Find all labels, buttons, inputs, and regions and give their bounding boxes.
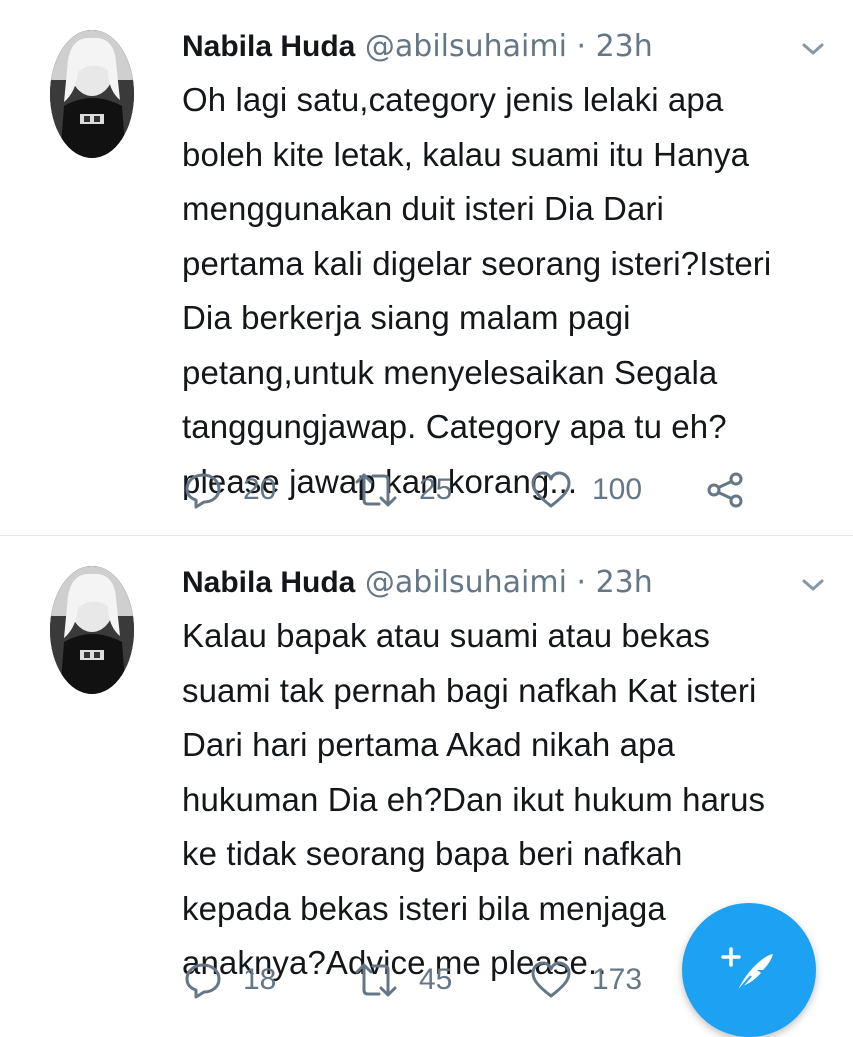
author-handle[interactable]: @abilsuhaimi [365, 29, 567, 64]
separator: · [576, 565, 587, 600]
avatar[interactable] [50, 566, 134, 694]
tweet-text-line: Oh lagi satu,category jenis lelaki apa [182, 81, 724, 118]
compose-tweet-icon [721, 947, 773, 993]
like-button[interactable]: 173 [530, 958, 642, 1002]
like-button[interactable]: 100 [530, 468, 642, 512]
tweet-text-line: menggunakan duit isteri Dia Dari [182, 190, 664, 227]
tweet[interactable]: Nabila Huda @abilsuhaimi · 23h Oh lagi s… [0, 0, 853, 535]
like-count: 173 [592, 963, 643, 996]
reply-icon [185, 473, 221, 509]
like-count: 100 [592, 473, 643, 506]
tweet-text-line: ke tidak seorang bapa beri nafkah [182, 835, 683, 872]
tweet-text-line: hukuman Dia eh?Dan ikut hukum harus [182, 780, 766, 818]
tweet-header: Nabila Huda @abilsuhaimi · 23h [182, 27, 653, 67]
reply-count: 20 [243, 473, 277, 506]
tweet-text: Oh lagi satu,category jenis lelaki apa b… [182, 73, 832, 509]
chevron-down-icon[interactable] [798, 38, 828, 60]
tweet-text-line: Dari hari pertama Akad nikah apa [182, 726, 675, 763]
heart-icon [531, 471, 571, 508]
author-name[interactable]: Nabila Huda [182, 30, 355, 63]
retweet-button[interactable]: 25 [353, 468, 452, 512]
timestamp[interactable]: 23h [596, 565, 653, 600]
tweet-text-line: pertama kali digelar seorang isteri?Iste… [182, 244, 772, 282]
share-icon [707, 472, 743, 508]
retweet-icon [355, 963, 397, 997]
reply-icon [185, 963, 221, 999]
retweet-count: 25 [419, 473, 453, 506]
avatar[interactable] [50, 30, 134, 158]
compose-tweet-button[interactable] [682, 903, 816, 1037]
retweet-icon [355, 473, 397, 507]
tweet-text-line: boleh kite letak, kalau suami itu Hanya [182, 135, 750, 173]
tweet-actions: 20 25 100 [0, 468, 853, 512]
chevron-down-icon[interactable] [798, 574, 828, 596]
separator: · [576, 29, 587, 64]
reply-button[interactable]: 18 [183, 958, 276, 1002]
author-name[interactable]: Nabila Huda [182, 566, 355, 599]
reply-count: 18 [243, 963, 277, 996]
tweet-text-line: Kalau bapak atau suami atau bekas [182, 617, 710, 654]
retweet-button[interactable]: 45 [353, 958, 452, 1002]
tweet-text-line: tanggungjawap. Category apa tu eh? [182, 408, 727, 445]
tweet-text-line: suami tak pernah bagi nafkah Kat isteri [182, 671, 757, 709]
retweet-count: 45 [419, 963, 453, 996]
timestamp[interactable]: 23h [596, 29, 653, 64]
tweet-header: Nabila Huda @abilsuhaimi · 23h [182, 563, 653, 603]
tweet-text-line: petang,untuk menyelesaikan Segala [182, 353, 718, 391]
share-button[interactable] [705, 468, 745, 512]
heart-icon [531, 961, 571, 998]
tweet-text-line: Dia berkerja siang malam pagi [182, 299, 631, 336]
reply-button[interactable]: 20 [183, 468, 276, 512]
author-handle[interactable]: @abilsuhaimi [365, 565, 567, 600]
